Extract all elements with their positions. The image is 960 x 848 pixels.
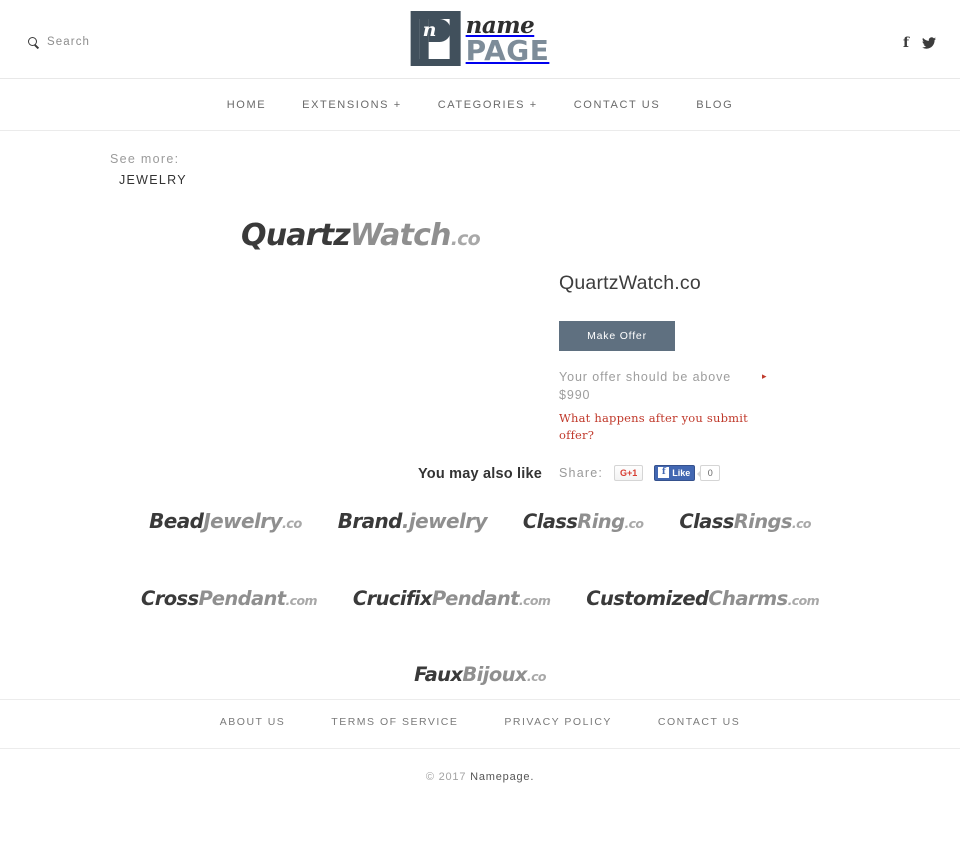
related-part2: Ring <box>577 510 625 533</box>
see-more-block: See more: JEWELRY <box>110 150 187 191</box>
social-links: f <box>903 36 936 50</box>
footer-navigation: ABOUT US TERMS OF SERVICE PRIVACY POLICY… <box>0 716 960 728</box>
related-tld: .com <box>518 593 551 608</box>
page-root: Search n name PAGE f HOME EXTENSIONS + C… <box>0 0 960 848</box>
make-offer-button[interactable]: Make Offer <box>559 321 675 351</box>
nav-item-contact-us[interactable]: CONTACT US <box>556 99 679 111</box>
offer-minimum-note: Your offer should be above ▸ $990 What h… <box>559 368 774 444</box>
domain-detail-panel: QuartzWatch.co Make Offer Your offer sho… <box>559 272 889 481</box>
top-bar: Search n name PAGE f <box>0 0 960 79</box>
offer-note-line1: Your offer should be above <box>559 370 732 384</box>
related-part1: Faux <box>414 663 463 686</box>
nav-item-extensions[interactable]: EXTENSIONS + <box>284 99 420 111</box>
domain-logo-part1: Quartz <box>241 218 351 253</box>
related-part2: Pendant <box>198 587 287 610</box>
related-domain-class-rings[interactable]: ClassRings.co <box>661 501 828 545</box>
copyright-text: © 2017 Namepage. <box>0 771 960 783</box>
related-domains-list: BeadJewelry.co Brand.jewelry ClassRing.c… <box>110 500 850 698</box>
related-domain-customized-charms[interactable]: CustomizedCharms.com <box>568 578 837 622</box>
related-part1: Crucifix <box>352 587 433 610</box>
logo-mark-icon: n <box>410 11 461 66</box>
related-part2: Pendant <box>431 587 520 610</box>
footer-divider-bottom <box>0 748 960 749</box>
site-logo[interactable]: n name PAGE <box>410 11 550 66</box>
twitter-icon[interactable] <box>922 37 936 49</box>
also-like-heading: You may also like <box>417 466 543 482</box>
related-part2: .jewelry <box>401 509 488 533</box>
footer-link-contact-us[interactable]: CONTACT US <box>635 716 763 728</box>
footer-link-about-us[interactable]: ABOUT US <box>197 716 308 728</box>
related-part1: Cross <box>140 587 199 610</box>
related-part2: Rings <box>733 510 793 533</box>
related-part2: Jewelry <box>203 509 282 533</box>
related-part1: Customized <box>586 587 709 610</box>
main-navigation: HOME EXTENSIONS + CATEGORIES + CONTACT U… <box>0 79 960 131</box>
logo-wordmark: name PAGE <box>466 14 550 64</box>
offer-minimum-price: $990 <box>559 388 591 403</box>
related-part1: Brand <box>337 509 403 533</box>
related-domain-class-ring[interactable]: ClassRing.co <box>505 501 661 545</box>
domain-logo-part2: Watch <box>349 218 452 253</box>
search-trigger[interactable]: Search <box>28 36 90 48</box>
related-tld: .com <box>787 593 820 608</box>
footer-link-terms-of-service[interactable]: TERMS OF SERVICE <box>308 716 481 728</box>
see-more-category-jewelry[interactable]: JEWELRY <box>119 171 187 189</box>
related-tld: .com <box>285 593 318 608</box>
related-part1: Bead <box>149 509 204 533</box>
related-part1: Class <box>522 510 578 533</box>
related-tld: .co <box>791 516 812 531</box>
nav-item-blog[interactable]: BLOG <box>678 99 751 111</box>
copyright-brand: Namepage. <box>470 771 535 783</box>
domain-logo-graphic: QuartzWatch.co <box>241 218 481 253</box>
logo-page-text: PAGE <box>465 33 550 67</box>
related-domain-brand-jewelry[interactable]: Brand.jewelry <box>320 500 505 546</box>
facebook-icon[interactable]: f <box>903 36 909 50</box>
offer-arrow-icon: ▸ <box>762 371 768 381</box>
footer-link-privacy-policy[interactable]: PRIVACY POLICY <box>481 716 635 728</box>
related-domain-bead-jewelry[interactable]: BeadJewelry.co <box>131 500 320 546</box>
related-tld: .co <box>526 669 547 684</box>
related-domain-cross-pendant[interactable]: CrossPendant.com <box>123 578 335 622</box>
related-domain-faux-bijoux[interactable]: FauxBijoux.co <box>396 654 564 698</box>
see-more-label: See more: <box>110 152 180 166</box>
related-tld: .co <box>281 517 302 532</box>
nav-item-categories[interactable]: CATEGORIES + <box>420 99 556 111</box>
related-domain-crucifix-pendant[interactable]: CrucifixPendant.com <box>335 578 568 622</box>
nav-item-home[interactable]: HOME <box>209 99 284 111</box>
domain-logo-tld: .co <box>450 228 481 250</box>
related-part2: Bijoux <box>462 663 527 686</box>
logo-n-letter: n <box>422 19 437 41</box>
related-part1: Class <box>679 510 734 533</box>
page-title: QuartzWatch.co <box>559 272 701 294</box>
related-part2: Charms <box>708 587 788 610</box>
what-happens-link[interactable]: What happens after you submit offer? <box>559 410 774 443</box>
copyright-year: © 2017 <box>425 771 471 783</box>
related-tld: .co <box>624 516 644 531</box>
search-label: Search <box>47 36 91 48</box>
search-icon <box>28 36 39 48</box>
footer-divider-top <box>0 699 960 700</box>
